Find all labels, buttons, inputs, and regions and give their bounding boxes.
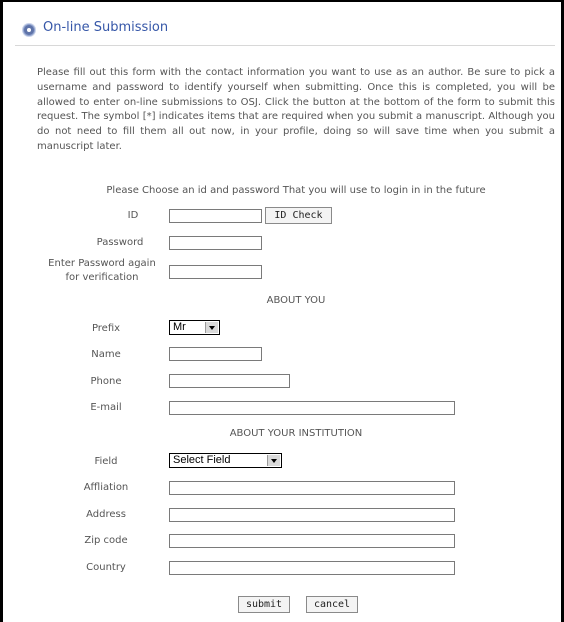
phone-label: Phone <box>90 376 122 387</box>
field-label: Field <box>94 456 118 467</box>
submit-button[interactable]: submit <box>238 596 290 613</box>
login-caption: Please Choose an id and password That yo… <box>106 185 486 196</box>
zip-code-input[interactable] <box>169 534 455 548</box>
email-input[interactable] <box>169 401 455 415</box>
affiliation-label: Affliation <box>83 482 129 493</box>
password-input[interactable] <box>169 236 262 250</box>
cancel-button[interactable]: cancel <box>306 596 358 613</box>
about-you-caption: ABOUT YOU <box>266 295 326 306</box>
panel-header: On-line Submission <box>15 19 555 46</box>
password-label: Password <box>96 237 144 248</box>
phone-input[interactable] <box>169 374 290 388</box>
chevron-down-icon <box>267 455 280 466</box>
page-title: On-line Submission <box>43 20 169 35</box>
institution-caption: ABOUT YOUR INSTITUTION <box>229 428 363 439</box>
submission-panel: On-line Submission Please fill out this … <box>0 0 564 622</box>
field-select[interactable]: Select Field <box>169 453 282 468</box>
prefix-select-value: Mr <box>173 321 186 333</box>
email-label: E-mail <box>90 402 122 413</box>
address-input[interactable] <box>169 508 455 522</box>
affiliation-input[interactable] <box>169 481 455 495</box>
intro-text: Please fill out this form with the conta… <box>37 67 555 152</box>
id-input[interactable] <box>169 209 262 223</box>
bullet-icon <box>23 24 35 36</box>
password-again-label-1: Enter Password again <box>48 258 156 269</box>
name-input[interactable] <box>169 347 262 361</box>
field-select-value: Select Field <box>173 454 231 466</box>
prefix-label: Prefix <box>91 323 121 334</box>
country-input[interactable] <box>169 561 455 575</box>
country-label: Country <box>86 562 126 573</box>
zip-code-label: Zip code <box>84 535 128 546</box>
chevron-down-icon <box>205 322 218 333</box>
name-label: Name <box>91 349 121 360</box>
id-check-button[interactable]: ID Check <box>265 207 332 224</box>
prefix-select[interactable]: Mr <box>169 320 220 335</box>
password-confirm-input[interactable] <box>169 265 262 279</box>
address-label: Address <box>86 509 126 520</box>
password-again-label-2: for verification <box>65 272 139 283</box>
